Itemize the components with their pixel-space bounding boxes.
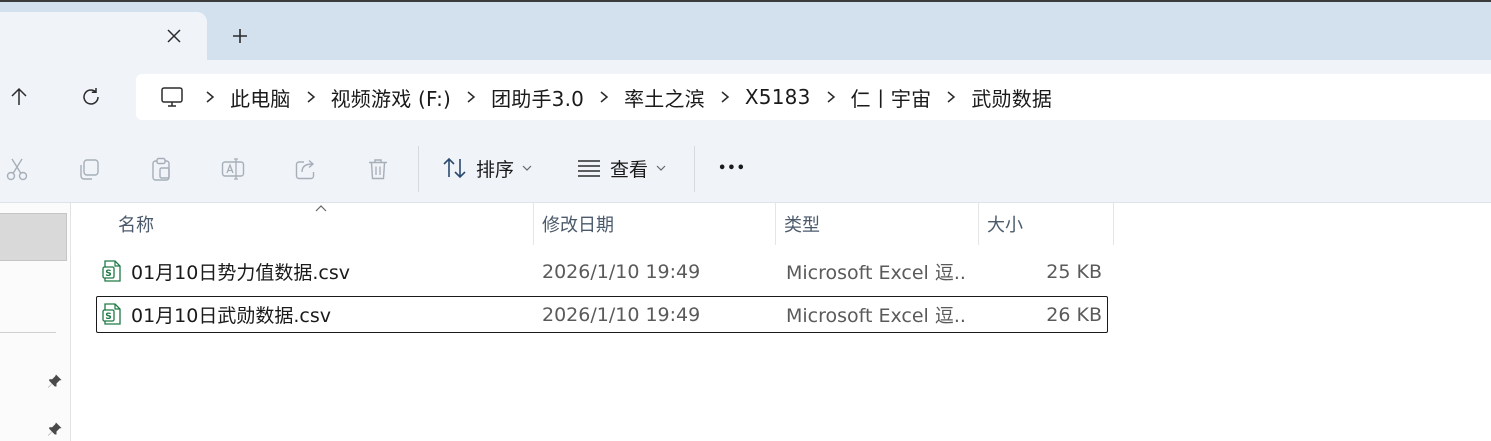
sort-menu-button[interactable]: 排序	[442, 150, 532, 186]
copy-icon	[80, 159, 99, 180]
navigation-pane	[0, 203, 71, 441]
chevron-right-icon	[827, 91, 835, 103]
new-tab-button[interactable]	[226, 22, 254, 50]
excel-csv-file-icon: S	[102, 260, 121, 282]
svg-text:S: S	[105, 312, 111, 322]
pin-button[interactable]	[45, 371, 65, 391]
column-header-type[interactable]: 类型	[776, 203, 979, 245]
chevron-right-icon	[307, 91, 315, 103]
share-icon	[295, 159, 315, 180]
column-header-name-label: 名称	[118, 215, 154, 236]
breadcrumb-item[interactable]: 团助手3.0	[489, 83, 586, 112]
breadcrumb-separator[interactable]	[813, 82, 849, 112]
chevron-right-icon	[600, 91, 609, 103]
breadcrumb-item-current[interactable]: 武勋数据	[969, 83, 1054, 112]
clipboard-icon	[152, 157, 170, 181]
file-type: Microsoft Excel 逗...	[786, 262, 966, 284]
breadcrumb-separator[interactable]	[707, 82, 743, 112]
sort-label: 排序	[476, 158, 515, 181]
pin-icon	[48, 422, 62, 436]
chevron-right-icon	[206, 91, 215, 103]
nav-divider	[0, 332, 56, 333]
breadcrumb-item[interactable]: 此电脑	[228, 83, 293, 112]
toolbar-divider	[418, 146, 419, 192]
column-header-modified-label: 修改日期	[542, 215, 614, 236]
paste-button[interactable]	[144, 152, 178, 186]
chevron-right-icon	[947, 91, 956, 103]
file-name: 01月10日武勋数据.csv	[131, 305, 331, 327]
refresh-button[interactable]	[76, 82, 106, 112]
trash-icon	[369, 159, 387, 180]
scissors-icon	[6, 158, 28, 181]
column-header-size[interactable]: 大小	[979, 203, 1114, 245]
file-type: Microsoft Excel 逗...	[786, 305, 966, 327]
share-button[interactable]	[289, 152, 323, 186]
file-modified: 2026/1/10 19:49	[542, 260, 701, 283]
breadcrumb-separator[interactable]	[586, 82, 622, 112]
more-icon: •••	[718, 160, 746, 176]
svg-text:S: S	[105, 269, 111, 279]
more-options-button[interactable]: •••	[718, 150, 746, 186]
monitor-icon	[161, 87, 183, 107]
address-row: 此电脑 视频游戏 (F:) 团助手3.0 率土之滨 X5183 仁丨宇宙 武勋数…	[0, 60, 1491, 132]
copy-button[interactable]	[72, 152, 106, 186]
file-row[interactable]: S 01月10日势力值数据.csv 2026/1/10 19:49 Micros…	[96, 253, 1108, 290]
tab-close-button[interactable]	[160, 22, 188, 50]
column-header-size-label: 大小	[987, 215, 1023, 236]
pin-icon	[48, 374, 62, 388]
list-view-icon	[578, 160, 600, 177]
nav-item-selected[interactable]	[0, 213, 67, 261]
breadcrumb-item[interactable]: 率土之滨	[622, 83, 707, 112]
breadcrumb-separator[interactable]	[453, 82, 489, 112]
file-size: 25 KB	[1046, 260, 1102, 283]
pin-button[interactable]	[45, 419, 65, 439]
refresh-icon	[83, 88, 99, 105]
tab-bar	[0, 2, 1491, 60]
rename-button[interactable]	[216, 152, 250, 186]
breadcrumb-item[interactable]: X5183	[743, 85, 813, 109]
this-pc-crumb[interactable]	[152, 82, 192, 112]
breadcrumb-separator[interactable]	[192, 82, 228, 112]
close-icon	[167, 29, 181, 43]
column-header-name[interactable]: 名称	[110, 203, 534, 245]
file-name: 01月10日势力值数据.csv	[131, 262, 350, 284]
file-size: 26 KB	[1046, 303, 1102, 326]
column-header-row: 名称 修改日期 类型 大小	[100, 203, 1114, 245]
plus-icon	[233, 29, 247, 43]
active-tab[interactable]	[0, 12, 207, 60]
command-bar: 排序 查看 •••	[0, 132, 1491, 203]
chevron-down-icon	[656, 165, 666, 171]
address-bar[interactable]: 此电脑 视频游戏 (F:) 团助手3.0 率土之滨 X5183 仁丨宇宙 武勋数…	[136, 74, 1491, 120]
up-button[interactable]	[4, 82, 34, 112]
file-modified: 2026/1/10 19:49	[542, 303, 701, 326]
file-row-selected[interactable]: S 01月10日武勋数据.csv 2026/1/10 19:49 Microso…	[96, 296, 1108, 333]
rename-icon	[221, 158, 245, 180]
arrow-up-icon	[11, 87, 27, 105]
excel-csv-file-icon: S	[102, 303, 121, 325]
sort-icon	[443, 157, 466, 179]
chevron-right-icon	[721, 91, 730, 103]
breadcrumb-item[interactable]: 仁丨宇宙	[849, 83, 934, 112]
cut-button[interactable]	[0, 152, 34, 186]
breadcrumb-separator[interactable]	[933, 82, 969, 112]
breadcrumb-item[interactable]: 视频游戏 (F:)	[329, 83, 453, 112]
toolbar-divider	[694, 146, 695, 192]
chevron-right-icon	[467, 91, 476, 103]
chevron-down-icon	[522, 165, 532, 171]
view-menu-button[interactable]: 查看	[576, 150, 666, 186]
column-header-type-label: 类型	[784, 215, 820, 236]
breadcrumb-separator[interactable]	[293, 82, 329, 112]
column-header-modified[interactable]: 修改日期	[534, 203, 776, 245]
delete-button[interactable]	[361, 152, 395, 186]
view-label: 查看	[610, 158, 649, 181]
